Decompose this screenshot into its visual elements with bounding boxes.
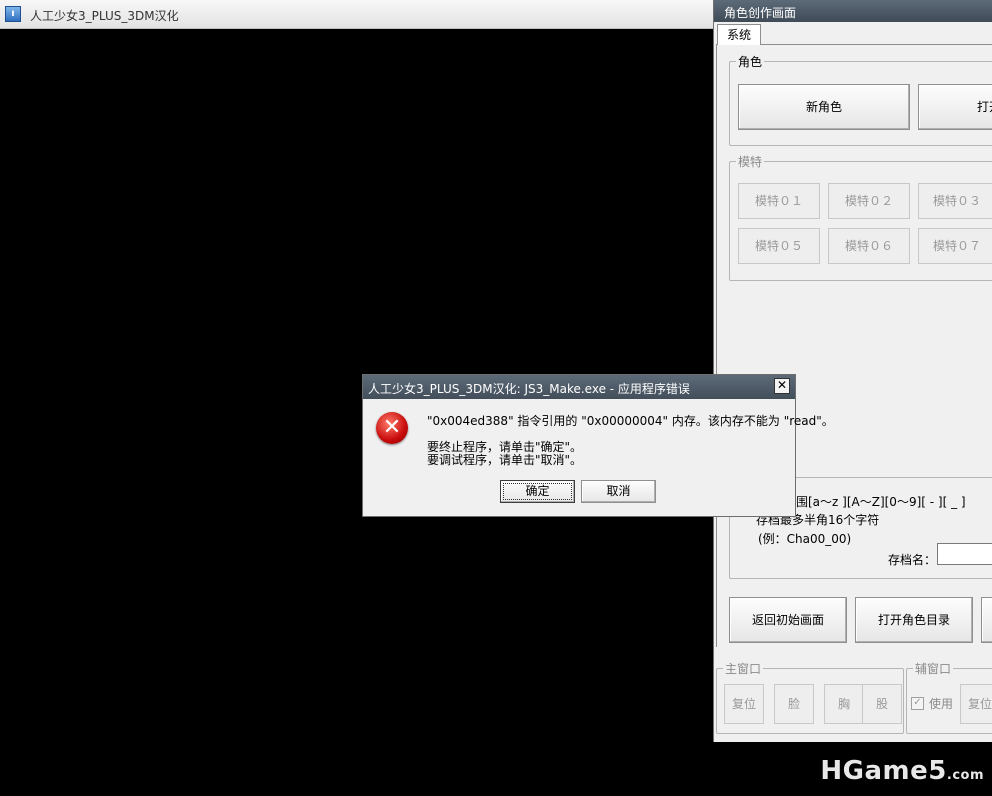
new-character-button[interactable]: 新角色 bbox=[738, 84, 910, 130]
sub-use-label: 使用 bbox=[929, 697, 954, 711]
main-reset-button[interactable]: 复位 bbox=[724, 684, 764, 724]
open-character-folder-button[interactable]: 打开角色目录 bbox=[855, 597, 973, 643]
open-character-button[interactable]: 打开 bbox=[918, 84, 992, 130]
sub-window-group: 辅窗口 ✓ 使用 复位 bbox=[906, 660, 992, 734]
role-group: 角色 新角色 打开 bbox=[729, 53, 992, 146]
model-06-button[interactable]: 模特０６ bbox=[828, 228, 910, 264]
panel-title-bar[interactable]: 角色创作画面 bbox=[714, 0, 992, 22]
tab-system[interactable]: 系统 bbox=[717, 24, 761, 45]
watermark-brand: HGame5 bbox=[820, 756, 947, 786]
model-03-button[interactable]: 模特０３ bbox=[918, 183, 992, 219]
error-message: "0x004ed388" 指令引用的 "0x00000004" 内存。该内存不能… bbox=[427, 414, 834, 428]
watermark-suffix: .com bbox=[946, 768, 984, 783]
ok-button[interactable]: 确定 bbox=[500, 480, 575, 503]
main-window-group: 主窗口 复位 脸 胸 股 bbox=[716, 660, 904, 734]
app-icon: ı bbox=[5, 6, 21, 22]
error-dialog: 人工少女3_PLUS_3DM汉化: JS3_Make.exe - 应用程序错误 … bbox=[362, 374, 834, 517]
sub-use-checkbox[interactable]: ✓ bbox=[911, 697, 924, 710]
save-name-label: 存档名： bbox=[888, 553, 937, 567]
panel-title: 角色创作画面 bbox=[724, 6, 797, 20]
error-icon: ✕ bbox=[376, 412, 408, 444]
main-face-button[interactable]: 脸 bbox=[774, 684, 814, 724]
watermark-logo: HGame5.com bbox=[820, 756, 984, 786]
model-07-button[interactable]: 模特０７ bbox=[918, 228, 992, 264]
role-group-title: 角色 bbox=[736, 53, 765, 70]
sub-reset-button[interactable]: 复位 bbox=[960, 684, 992, 724]
model-02-button[interactable]: 模特０２ bbox=[828, 183, 910, 219]
return-to-start-button[interactable]: 返回初始画面 bbox=[729, 597, 847, 643]
main-window-title: 人工少女3_PLUS_3DM汉化 bbox=[30, 9, 179, 23]
extra-panel-button[interactable] bbox=[981, 597, 992, 643]
cancel-button[interactable]: 取消 bbox=[581, 480, 656, 503]
debug-instruction: 要调试程序，请单击"取消"。 bbox=[427, 453, 583, 467]
main-window-group-title: 主窗口 bbox=[723, 660, 764, 677]
model-05-button[interactable]: 模特０５ bbox=[738, 228, 820, 264]
model-01-button[interactable]: 模特０１ bbox=[738, 183, 820, 219]
save-name-input[interactable] bbox=[937, 543, 992, 565]
main-chest-button[interactable]: 胸 bbox=[824, 684, 864, 724]
model-group: 模特 模特０１ 模特０２ 模特０３ 模特０５ 模特０６ 模特０７ bbox=[729, 153, 992, 281]
sub-window-group-title: 辅窗口 bbox=[913, 660, 954, 677]
close-icon[interactable]: ✕ bbox=[774, 378, 790, 394]
character-creation-panel: 角色创作画面 角色 新角色 打开 模特 模特０１ 模特０２ 模特０３ 模特０５ … bbox=[713, 0, 992, 742]
main-title-bar[interactable]: ı 人工少女3_PLUS_3DM汉化 bbox=[0, 0, 714, 29]
dialog-title: 人工少女3_PLUS_3DM汉化: JS3_Make.exe - 应用程序错误 bbox=[368, 382, 690, 396]
main-hip-button[interactable]: 股 bbox=[862, 684, 902, 724]
model-group-title: 模特 bbox=[736, 153, 765, 170]
dialog-title-bar[interactable]: 人工少女3_PLUS_3DM汉化: JS3_Make.exe - 应用程序错误 … bbox=[363, 375, 795, 399]
save-rule-text: 围[a～z ][A～Z][0～9][ - ][ _ ] bbox=[796, 495, 966, 509]
save-example-text: (例：Cha00_00) bbox=[758, 532, 852, 546]
